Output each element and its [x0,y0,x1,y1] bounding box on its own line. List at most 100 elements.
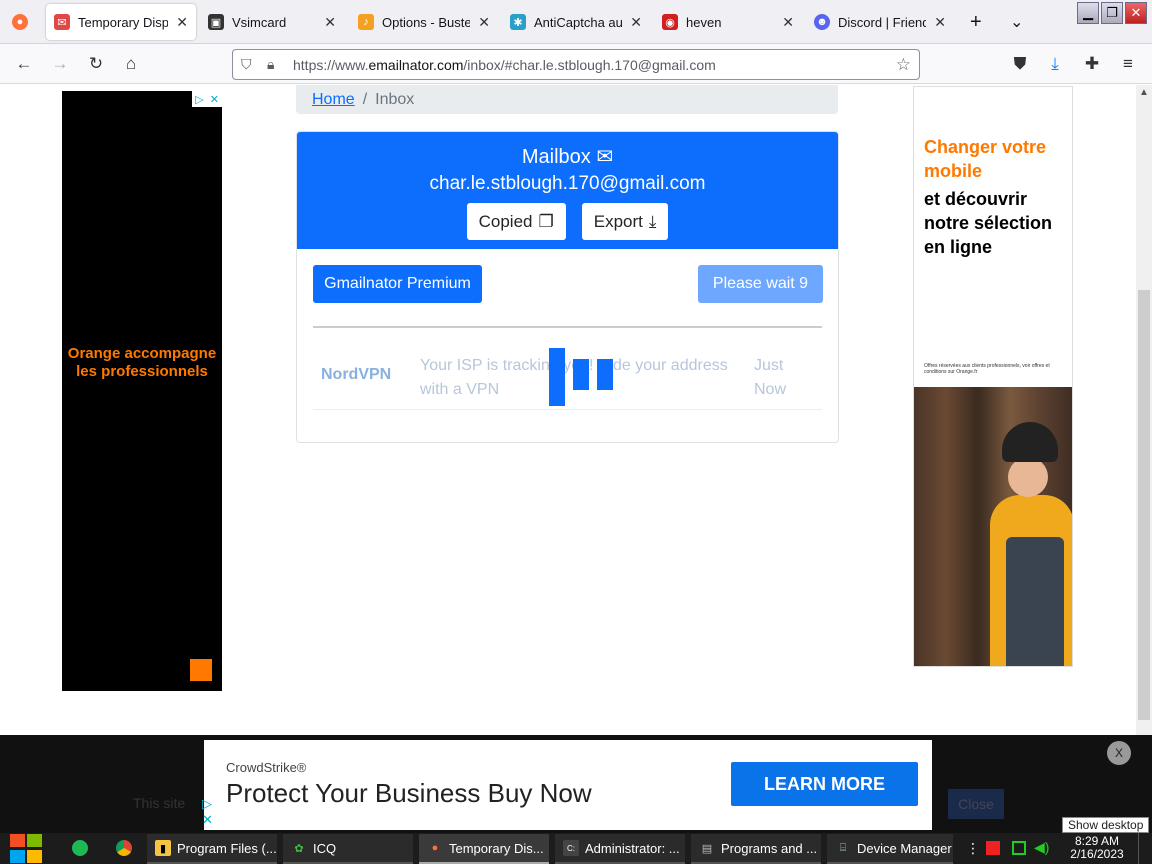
message-row[interactable]: NordVPN Your ISP is tracking you! Hide y… [313,342,822,410]
windows-logo-icon [10,849,25,863]
close-icon[interactable]: ✕ [782,14,794,31]
taskbar-item-label: Programs and ... [721,840,818,856]
buster-icon: ♪ [358,14,374,30]
show-desktop-button[interactable] [1138,833,1152,864]
taskbar-item-label: Administrator: ... [585,840,680,856]
copy-button[interactable]: Copied ❐ [466,203,566,240]
extensions-button[interactable]: ✚ [1080,52,1104,76]
taskbar-item-label: Temporary Dis... [449,840,544,856]
taskbar-item-programs[interactable]: ▤ Programs and ... [691,834,821,864]
banner-close-button[interactable]: X [1107,741,1131,765]
tab-discord[interactable]: ☻ Discord | Friends ✕ [806,4,954,40]
adchoices-icon[interactable]: ▷ ✕ [202,796,213,828]
learn-more-button[interactable]: LEARN MORE [731,762,918,806]
chrome-icon[interactable] [116,840,132,856]
folder-icon: ▮ [155,840,171,856]
url-bar[interactable]: ⛉ 🔒︎ https://www.emailnator.com/inbox/#c… [232,49,920,80]
taskbar-item-program-files[interactable]: ▮ Program Files (... [147,834,277,864]
lock-icon[interactable]: 🔒︎ [267,56,285,73]
url-path: /inbox/#char.le.stblough.170@gmail.com [463,56,716,73]
page-scrollbar[interactable]: ▲ [1136,85,1152,735]
clock-date: 2/16/2023 [1070,847,1124,861]
consent-close-button[interactable]: Close [948,789,1004,819]
new-tab-button[interactable]: + [962,4,992,40]
spotify-icon[interactable] [72,840,88,856]
discord-icon: ☻ [814,14,830,30]
download-icon: ⤓ [648,211,657,231]
tab-temporary-dispo[interactable]: ✉ Temporary Dispo ✕ [46,4,196,40]
taskbar-item-label: ICQ [313,840,337,856]
url-prefix: https://www. [293,56,369,73]
tab-heven[interactable]: ◉ heven ✕ [654,4,802,40]
close-icon[interactable]: ✕ [176,14,188,31]
taskbar-item-icq[interactable]: ✿ ICQ [283,834,413,864]
tab-vsimcard[interactable]: ▣ Vsimcard ✕ [200,4,344,40]
copy-icon: ❐ [538,211,554,231]
scrollbar-thumb[interactable] [1138,290,1150,720]
bookmark-star-icon[interactable]: ☆ [896,55,911,75]
breadcrumb-current: Inbox [375,90,415,108]
forward-button[interactable]: → [48,52,72,76]
close-icon[interactable]: ✕ [630,14,642,31]
breadcrumb: Home / Inbox [296,85,838,114]
downloads-button[interactable]: ⤓ [1043,52,1067,76]
ad-right-fine-print: Offres réservées aux clients professionn… [924,363,1050,375]
menu-button[interactable]: ≡ [1116,52,1140,76]
arrow-right-icon: → [51,54,69,73]
restore-icon: ❐ [1106,5,1118,20]
tab-label: Options - Buster [382,14,471,30]
close-icon[interactable]: ✕ [210,93,219,106]
export-button[interactable]: Export ⤓ [581,203,669,240]
mailbox-header: Mailbox ✉ char.le.stblough.170@gmail.com… [297,132,838,249]
banner-ad[interactable]: CrowdStrike® Protect Your Business Buy N… [202,740,932,830]
clock[interactable]: 8:29 AM 2/16/2023 [1062,835,1132,861]
windows-logo-icon [27,834,42,847]
please-wait-button[interactable]: Please wait 9 [698,265,823,303]
tab-label: Discord | Friends [838,14,927,30]
restore-button[interactable]: ❐ [1101,2,1123,24]
network-icon[interactable] [1012,841,1026,855]
shield-icon[interactable]: ⛉ [241,56,259,73]
start-button[interactable] [8,833,44,864]
breadcrumb-separator: / [362,90,368,108]
taskbar-item-cmd[interactable]: C: Administrator: ... [555,834,685,864]
tab-options-buster[interactable]: ♪ Options - Buster ✕ [350,4,498,40]
heven-icon: ◉ [662,14,678,30]
download-icon: ⤓ [1051,54,1059,73]
overflow-icon[interactable]: ⋮ [966,840,980,857]
taskbar-item-device-manager[interactable]: ⌸ Device Manager [827,834,953,864]
flag-icon[interactable] [986,841,1000,855]
ad-left-orange[interactable]: ▷ ✕ Orange accompagne les professionnels [62,91,222,691]
scroll-up-icon[interactable]: ▲ [1139,87,1149,98]
divider [313,326,822,328]
ad-right-orange[interactable]: Changer votre mobile et découvrir notre … [913,86,1073,667]
back-button[interactable]: ← [12,52,36,76]
taskbar-item-firefox[interactable]: ● Temporary Dis... [419,834,549,864]
close-window-button[interactable]: ✕ [1125,2,1147,24]
firefox-menu-icon[interactable]: ● [4,4,40,40]
url-text[interactable]: https://www.emailnator.com/inbox/#char.l… [293,57,716,73]
person-face [1008,457,1048,497]
tab-list-button[interactable]: ⌄ [1002,4,1032,40]
home-icon: ⌂ [125,54,137,73]
person-apron [1006,537,1064,666]
copy-label: Copied [478,211,533,231]
tab-anticaptcha[interactable]: ✱ AntiCaptcha auto ✕ [502,4,650,40]
windows-logo-icon [27,849,42,863]
close-icon[interactable]: ✕ [934,14,946,31]
reload-button[interactable]: ↻ [84,52,108,76]
breadcrumb-home-link[interactable]: Home [312,91,355,109]
close-icon[interactable]: ✕ [478,14,490,31]
adchoices-icon: ▷ [195,93,204,106]
loading-spinner-bar [549,348,565,406]
premium-button[interactable]: Gmailnator Premium [313,265,482,303]
volume-icon[interactable]: ◀) [1034,839,1049,856]
close-icon[interactable]: ✕ [324,14,336,31]
minimize-button[interactable]: ▁ [1077,2,1099,24]
pocket-button[interactable]: ⛊ [1008,52,1032,76]
home-button[interactable]: ⌂ [119,52,143,76]
mailbox-title: Mailbox [521,146,591,168]
adchoices-badge[interactable]: ▷ ✕ [192,91,222,107]
plus-icon: + [970,10,982,33]
terminal-icon: C: [563,840,579,856]
